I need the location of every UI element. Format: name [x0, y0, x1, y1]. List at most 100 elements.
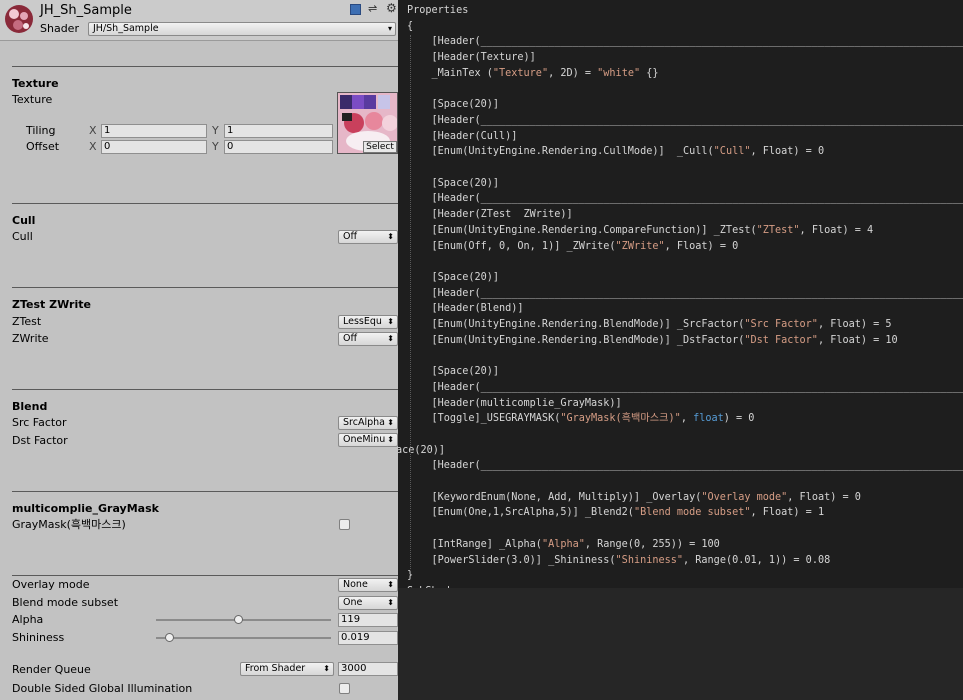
- section-divider: [12, 575, 398, 576]
- preset-sliders-icon[interactable]: ⇌: [368, 2, 377, 15]
- cull-label: Cull: [12, 230, 33, 243]
- code-line: [Header(Cull)]: [407, 130, 518, 142]
- cull-header: Cull: [12, 214, 36, 227]
- alpha-slider-thumb[interactable]: [233, 615, 243, 624]
- blend-mode-subset-dropdown-value: One: [343, 597, 363, 608]
- cull-dropdown[interactable]: Off ⬍: [338, 230, 398, 244]
- tiling-x-label: X: [89, 124, 97, 137]
- tiling-x-field[interactable]: 1: [101, 124, 207, 138]
- src-factor-dropdown-value: SrcAlpha: [343, 417, 385, 428]
- material-title: JH_Sh_Sample: [40, 3, 132, 18]
- tiling-y-field[interactable]: 1: [224, 124, 333, 138]
- texture-select-button[interactable]: Select: [363, 141, 397, 153]
- section-divider: [12, 491, 398, 492]
- alpha-slider-track[interactable]: [156, 619, 331, 621]
- tiling-y-label: Y: [212, 124, 219, 137]
- overlay-mode-dropdown-value: None: [343, 579, 368, 590]
- texture-header: Texture: [12, 77, 59, 90]
- section-divider: [12, 203, 398, 204]
- code-line: [Header(________________________________…: [431, 36, 963, 48]
- code-line: [IntRange] _Alpha("Alpha", Range(0, 255)…: [407, 538, 720, 550]
- section-divider: [12, 287, 398, 288]
- zwrite-dropdown[interactable]: Off ⬍: [338, 332, 398, 346]
- code-line: [Toggle]_USEGRAYMASK("GrayMask(흑백마스크)", …: [407, 413, 755, 425]
- code-editor[interactable]: Properties { [Header(____________________…: [398, 0, 963, 588]
- dst-factor-label: Dst Factor: [12, 434, 68, 447]
- src-factor-dropdown[interactable]: SrcAlpha ⬍: [338, 416, 398, 430]
- chevron-down-icon: ▾: [387, 24, 392, 33]
- code-line: [Space(20)]: [407, 99, 500, 111]
- code-line: [Header(________________________________…: [431, 287, 963, 299]
- editor-lower-panel: [398, 588, 963, 700]
- ztest-zwrite-header: ZTest ZWrite: [12, 298, 91, 311]
- overlay-mode-dropdown[interactable]: None ⬍: [338, 578, 398, 592]
- shininess-slider-track[interactable]: [156, 637, 331, 639]
- dropdown-arrows-icon: ⬍: [387, 418, 394, 427]
- graymask-checkbox[interactable]: [339, 519, 350, 530]
- blend-mode-subset-dropdown[interactable]: One ⬍: [338, 596, 398, 610]
- dst-factor-dropdown[interactable]: OneMinu ⬍: [338, 433, 398, 447]
- code-line: {: [407, 20, 414, 32]
- tiling-label: Tiling: [26, 124, 56, 137]
- code-line: [Header(Texture)]: [407, 52, 536, 64]
- inspector-header: JH_Sh_Sample Shader JH/Sh_Sample ▾ ⇌ ⚙: [0, 0, 398, 41]
- ztest-label: ZTest: [12, 315, 42, 328]
- material-sphere-icon: [4, 4, 34, 34]
- offset-x-label: X: [89, 140, 97, 153]
- code-line: [Enum(UnityEngine.Rendering.BlendMode)] …: [407, 319, 892, 330]
- graymask-label: GrayMask(흑백마스크): [12, 518, 126, 531]
- alpha-label: Alpha: [12, 613, 44, 626]
- blend-header: Blend: [12, 400, 48, 413]
- offset-x-field[interactable]: 0: [101, 140, 207, 154]
- code-line: [Space(20)]: [407, 366, 500, 378]
- shader-dropdown-value: JH/Sh_Sample: [93, 23, 159, 34]
- dropdown-arrows-icon: ⬍: [387, 232, 394, 241]
- dst-factor-dropdown-value: OneMinu: [343, 434, 386, 445]
- src-factor-label: Src Factor: [12, 416, 67, 429]
- double-sided-gi-label: Double Sided Global Illumination: [12, 682, 193, 695]
- render-queue-value-field[interactable]: 3000: [338, 662, 398, 676]
- render-queue-mode-value: From Shader: [245, 663, 306, 674]
- dropdown-arrows-icon: ⬍: [387, 435, 394, 444]
- code-line: [KeywordEnum(None, Add, Multiply)] _Over…: [407, 491, 861, 503]
- shader-label: Shader: [40, 22, 79, 35]
- offset-label: Offset: [26, 140, 60, 153]
- blend-mode-subset-label: Blend mode subset: [12, 596, 119, 609]
- dropdown-arrows-icon: ⬍: [387, 598, 394, 607]
- cull-dropdown-value: Off: [343, 231, 358, 242]
- code-line: [Header(Blend)]: [407, 303, 524, 315]
- offset-y-field[interactable]: 0: [224, 140, 333, 154]
- shader-dropdown[interactable]: JH/Sh_Sample ▾: [88, 22, 396, 36]
- code-line: [Enum(UnityEngine.Rendering.CompareFunct…: [407, 224, 874, 236]
- code-line: [PowerSlider(3.0)] _Shininess("Shininess…: [407, 554, 831, 566]
- code-line: [Header(multicomplie_GrayMask)]: [407, 397, 622, 409]
- code-line: [Space(20)]: [407, 177, 500, 189]
- zwrite-label: ZWrite: [12, 332, 49, 345]
- zwrite-dropdown-value: Off: [343, 333, 358, 344]
- code-line: [Header(________________________________…: [431, 193, 963, 205]
- code-line: [Header(________________________________…: [431, 460, 963, 472]
- shininess-slider-thumb[interactable]: [165, 633, 175, 642]
- indent-guide: [410, 35, 411, 570]
- section-divider: [12, 389, 398, 390]
- render-queue-label: Render Queue: [12, 663, 91, 676]
- ztest-dropdown[interactable]: LessEqu ⬍: [338, 315, 398, 329]
- offset-y-label: Y: [212, 140, 219, 153]
- help-book-icon[interactable]: [350, 4, 361, 15]
- material-inspector: JH_Sh_Sample Shader JH/Sh_Sample ▾ ⇌ ⚙ T…: [0, 0, 398, 700]
- code-line: _MainTex ("Texture", 2D) = "white" {}: [407, 67, 659, 79]
- code-line: [Header(________________________________…: [431, 381, 963, 393]
- texture-thumbnail[interactable]: Select: [337, 92, 398, 154]
- shininess-value-field[interactable]: 0.019: [338, 631, 398, 645]
- gear-icon[interactable]: ⚙: [386, 1, 397, 15]
- dropdown-arrows-icon: ⬍: [387, 317, 394, 326]
- double-sided-gi-checkbox[interactable]: [339, 683, 350, 694]
- code-line: [Space(20)]: [407, 271, 500, 283]
- code-line: }: [407, 570, 414, 582]
- alpha-value-field[interactable]: 119: [338, 613, 398, 627]
- overlay-mode-label: Overlay mode: [12, 578, 90, 591]
- code-line: [Enum(Off, 0, On, 1)] _ZWrite("ZWrite", …: [407, 240, 739, 252]
- graymask-header: multicomplie_GrayMask: [12, 502, 159, 515]
- render-queue-mode-dropdown[interactable]: From Shader ⬍: [240, 662, 334, 676]
- code-line: [Header(ZTest ZWrite)]: [407, 209, 573, 221]
